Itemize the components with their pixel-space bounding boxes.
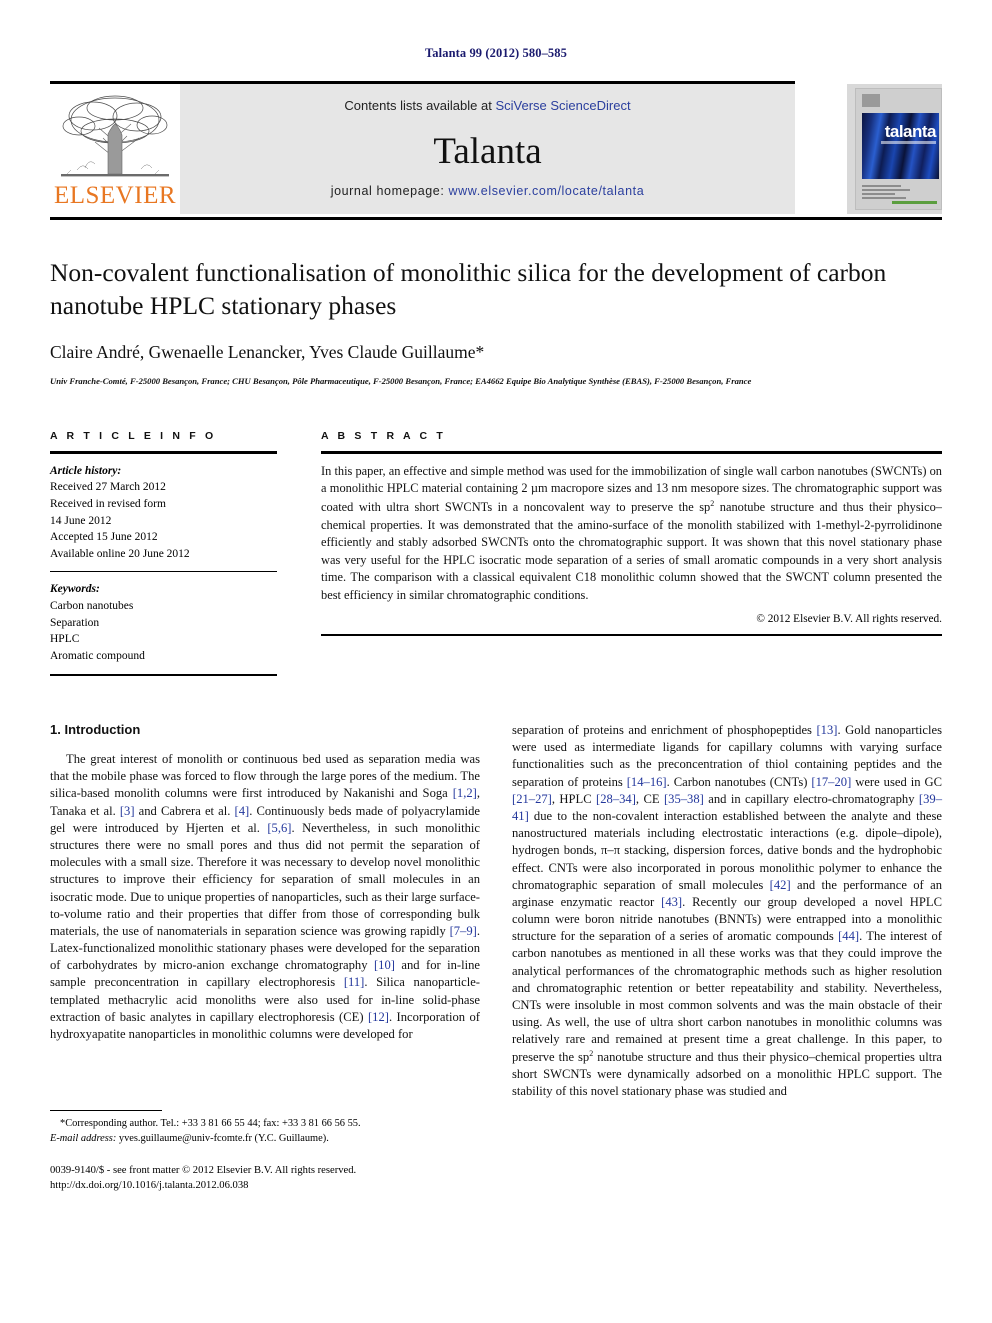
cover-footer-lines [862,185,937,204]
cover-subtitle-bar [881,141,936,144]
body-column-right: separation of proteins and enrichment of… [512,722,942,1193]
citation-ref[interactable]: [4] [235,804,250,818]
elsevier-logo: ELSEVIER [50,84,180,214]
sciencedirect-link[interactable]: SciVerse ScienceDirect [495,98,630,113]
abstract-part-2: nanotube structure and thus their physic… [321,499,942,603]
keyword-item: Aromatic compound [50,649,145,662]
para-text: separation of proteins and enrichment of… [512,723,817,738]
paper-page: Talanta 99 (2012) 580–585 ELSEVIER Conte… [0,0,992,1323]
keyword-item: Separation [50,616,100,629]
article-history-item: Received in revised form [50,497,166,510]
running-head: Talanta 99 (2012) 580–585 [425,46,567,60]
masthead-bottom-rule [50,217,942,220]
cover-page: talanta [855,88,942,210]
affiliation: Univ Franche-Comté, F-25000 Besançon, Fr… [50,376,752,387]
masthead-inner: ELSEVIER Contents lists available at Sci… [50,84,795,214]
citation-ref[interactable]: [14–16] [627,775,667,789]
article-history-item: Available online 20 June 2012 [50,548,190,560]
citation-ref[interactable]: [1,2] [453,786,477,800]
corresponding-author-text: *Corresponding author. Tel.: +33 3 81 66… [60,1117,361,1129]
keywords-label: Keywords: [50,583,100,596]
info-abstract-region: A R T I C L E I N F O Article history: R… [50,430,942,677]
abstract-text: In this paper, an effective and simple m… [321,463,942,605]
article-info-heading: A R T I C L E I N F O [50,430,217,443]
footnote-rule [50,1109,162,1111]
para-text: and Cabrera et al. [134,803,235,818]
contents-prefix: Contents lists available at [344,98,496,113]
footnote-area: *Corresponding author. Tel.: +33 3 81 66… [50,1109,480,1194]
article-history-label: Article history: [50,464,122,477]
email-address-value[interactable]: yves.guillaume@univ-fcomte.fr (Y.C. Guil… [116,1133,329,1144]
article-history-item: Accepted 15 June 2012 [50,531,158,544]
citation-ref[interactable]: [28–34] [596,792,636,806]
abstract-copyright: © 2012 Elsevier B.V. All rights reserved… [756,612,942,625]
elsevier-tree-icon [55,90,175,182]
keyword-item: Carbon nanotubes [50,599,134,612]
citation-ref[interactable]: [42] [770,878,791,892]
masthead-center: Contents lists available at SciVerse Sci… [180,84,795,214]
citation-ref[interactable]: [21–27] [512,792,552,806]
author-list: Claire André, Gwenaelle Lenancker, Yves … [50,342,485,363]
article-info-close-rule [50,673,277,677]
abstract-column: A B S T R A C T In this paper, an effect… [321,430,942,676]
journal-masthead: ELSEVIER Contents lists available at Sci… [50,81,942,221]
article-info-column: A R T I C L E I N F O Article history: R… [50,430,277,677]
journal-title: Talanta [433,131,542,172]
body-column-left: 1. Introduction The great interest of mo… [50,722,480,1193]
keywords-divider-rule [50,570,277,573]
elsevier-wordmark: ELSEVIER [53,182,177,209]
citation-ref[interactable]: [10] [374,958,395,972]
cover-title: talanta [884,122,937,141]
doi-link[interactable]: http://dx.doi.org/10.1016/j.talanta.2012… [50,1180,248,1191]
abstract-close-rule [321,633,942,637]
citation-ref[interactable]: [12] [368,1010,389,1024]
body-columns: 1. Introduction The great interest of mo… [50,722,942,1193]
para-text: were used in GC [851,774,942,789]
corresponding-author-note: *Corresponding author. Tel.: +33 3 81 66… [50,1117,480,1147]
contents-list-line: Contents lists available at SciVerse Sci… [344,98,630,113]
abstract-rule [321,451,942,454]
para-text: . Carbon nanotubes (CNTs) [666,774,812,789]
homepage-url-link[interactable]: www.elsevier.com/locate/talanta [449,184,645,198]
journal-cover-thumbnail: talanta [847,84,942,214]
para-text: The great interest of monolith or contin… [50,752,480,801]
section-heading-introduction: 1. Introduction [50,722,141,738]
front-matter-text: 0039-9140/$ - see front matter © 2012 El… [50,1164,357,1176]
front-matter-note: 0039-9140/$ - see front matter © 2012 El… [50,1163,480,1194]
article-history-item: 14 June 2012 [50,514,112,527]
cover-barcode-icon [862,94,880,107]
citation-ref[interactable]: [17–20] [811,775,851,789]
keyword-item: HPLC [50,633,80,646]
page-title: Non-covalent functionalisation of monoli… [50,258,887,320]
citation-ref[interactable]: [11] [344,975,365,989]
abstract-heading: A B S T R A C T [321,430,446,443]
body-paragraph-left: The great interest of monolith or contin… [50,751,480,1043]
article-info-rule [50,451,277,454]
para-text: , CE [635,791,664,806]
article-history-item: Received 27 March 2012 [50,481,166,494]
body-paragraph-right: separation of proteins and enrichment of… [512,722,942,1100]
homepage-prefix: journal homepage: [330,184,449,198]
journal-homepage-line: journal homepage: www.elsevier.com/locat… [180,184,795,198]
citation-ref[interactable]: [43] [661,895,682,909]
citation-ref[interactable]: [3] [120,804,135,818]
email-address-label: E-mail address: [50,1132,117,1144]
para-text: . The interest of carbon nanotubes as me… [512,929,942,1064]
citation-ref[interactable]: [5,6] [267,821,291,835]
para-text: , HPLC [551,791,597,806]
citation-ref[interactable]: [35–38] [664,792,704,806]
title-block: Non-covalent functionalisation of monoli… [50,257,942,388]
para-text: and in capillary electro-chromatography [703,791,919,806]
citation-ref[interactable]: [44] [838,929,859,943]
citation-ref[interactable]: [7–9] [450,924,477,938]
citation-ref[interactable]: [13] [816,723,837,737]
para-text: . Nevertheless, in such monolithic struc… [50,820,480,938]
